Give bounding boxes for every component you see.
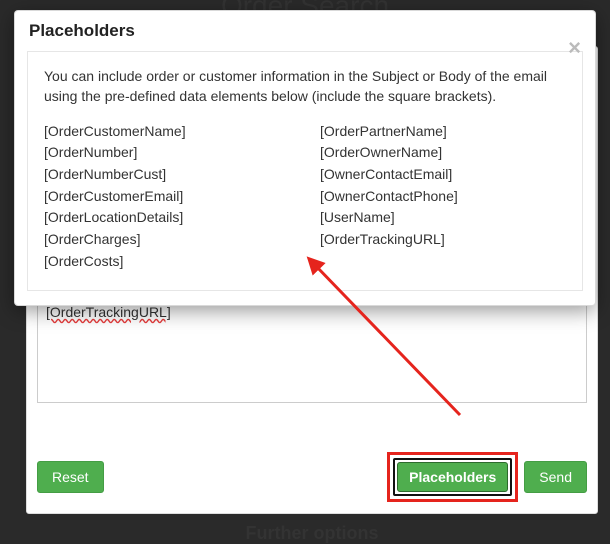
placeholder-token: [OrderCustomerName]: [44, 121, 290, 143]
placeholders-modal: Placeholders × You can include order or …: [14, 10, 596, 306]
placeholder-column-right: [OrderPartnerName][OrderOwnerName][Owner…: [320, 121, 566, 273]
annotation-highlight: Placeholders: [387, 452, 518, 502]
button-row: Reset Placeholders Send: [37, 452, 587, 502]
placeholder-token: [OrderLocationDetails]: [44, 207, 290, 229]
editor-token: [OrderTrackingURL]: [46, 304, 171, 320]
placeholder-token: [OwnerContactEmail]: [320, 164, 566, 186]
placeholder-token: [OrderOwnerName]: [320, 142, 566, 164]
send-button[interactable]: Send: [524, 461, 587, 493]
placeholder-token: [OrderTrackingURL]: [320, 229, 566, 251]
email-body-input[interactable]: [OrderTrackingURL]: [37, 297, 587, 403]
placeholder-token: [OrderPartnerName]: [320, 121, 566, 143]
modal-body: You can include order or customer inform…: [27, 51, 583, 291]
placeholder-token: [OrderCosts]: [44, 251, 290, 273]
placeholders-button[interactable]: Placeholders: [397, 462, 508, 492]
placeholder-column-left: [OrderCustomerName][OrderNumber][OrderNu…: [44, 121, 290, 273]
placeholder-token: [OrderCharges]: [44, 229, 290, 251]
placeholder-token: [OrderNumberCust]: [44, 164, 290, 186]
modal-title: Placeholders: [15, 11, 595, 45]
modal-description: You can include order or customer inform…: [44, 66, 566, 107]
annotation-highlight-inner: Placeholders: [393, 458, 512, 496]
placeholder-token: [OwnerContactPhone]: [320, 186, 566, 208]
close-icon[interactable]: ×: [568, 37, 581, 59]
placeholder-token: [OrderCustomerEmail]: [44, 186, 290, 208]
editor-container: [OrderTrackingURL]: [37, 297, 587, 403]
further-options-heading: Further options: [27, 523, 597, 544]
placeholder-token: [OrderNumber]: [44, 142, 290, 164]
placeholder-columns: [OrderCustomerName][OrderNumber][OrderNu…: [44, 121, 566, 273]
reset-button[interactable]: Reset: [37, 461, 104, 493]
placeholder-token: [UserName]: [320, 207, 566, 229]
